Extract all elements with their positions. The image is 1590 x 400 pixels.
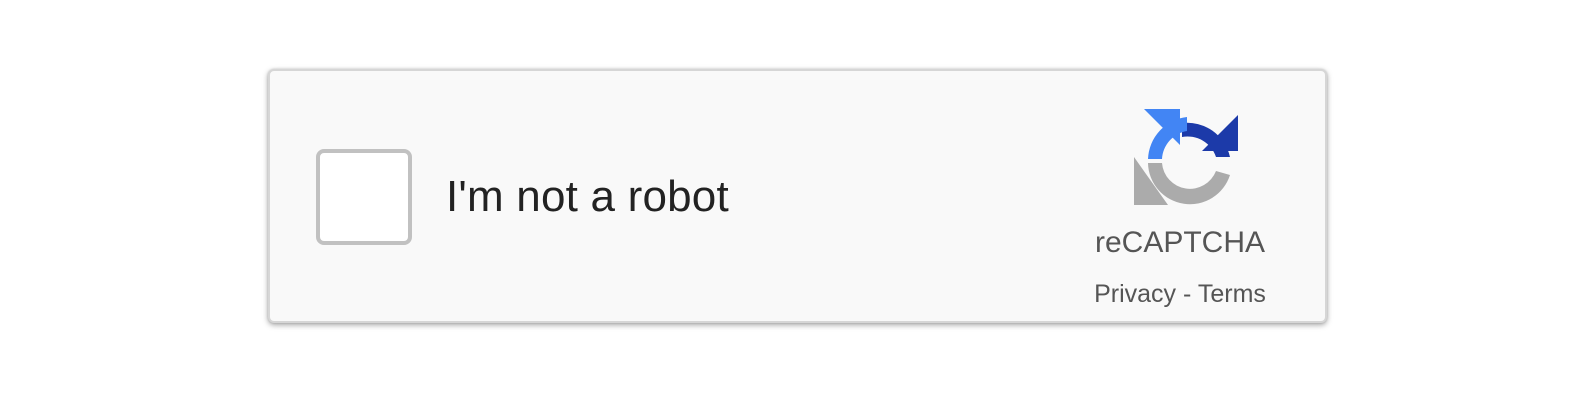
recaptcha-widget: I'm not a robot reCAPTCHA Privacy - Term… — [268, 69, 1327, 323]
not-a-robot-checkbox[interactable] — [316, 149, 412, 245]
logo-gray-arc — [1134, 157, 1230, 205]
link-separator: - — [1183, 280, 1192, 308]
terms-link[interactable]: Terms — [1198, 280, 1266, 308]
recaptcha-brand-text: reCAPTCHA — [1094, 226, 1266, 259]
recaptcha-branding: reCAPTCHA Privacy - Terms — [1060, 101, 1300, 325]
recaptcha-logo-icon — [1134, 109, 1238, 205]
logo-light-blue-arc — [1144, 109, 1187, 159]
checkbox-label[interactable]: I'm not a robot — [446, 171, 729, 223]
page: I'm not a robot reCAPTCHA Privacy - Term… — [0, 0, 1590, 400]
privacy-link[interactable]: Privacy — [1094, 280, 1176, 308]
logo-dark-blue-arc — [1182, 115, 1238, 157]
legal-links: Privacy - Terms — [1060, 279, 1300, 309]
